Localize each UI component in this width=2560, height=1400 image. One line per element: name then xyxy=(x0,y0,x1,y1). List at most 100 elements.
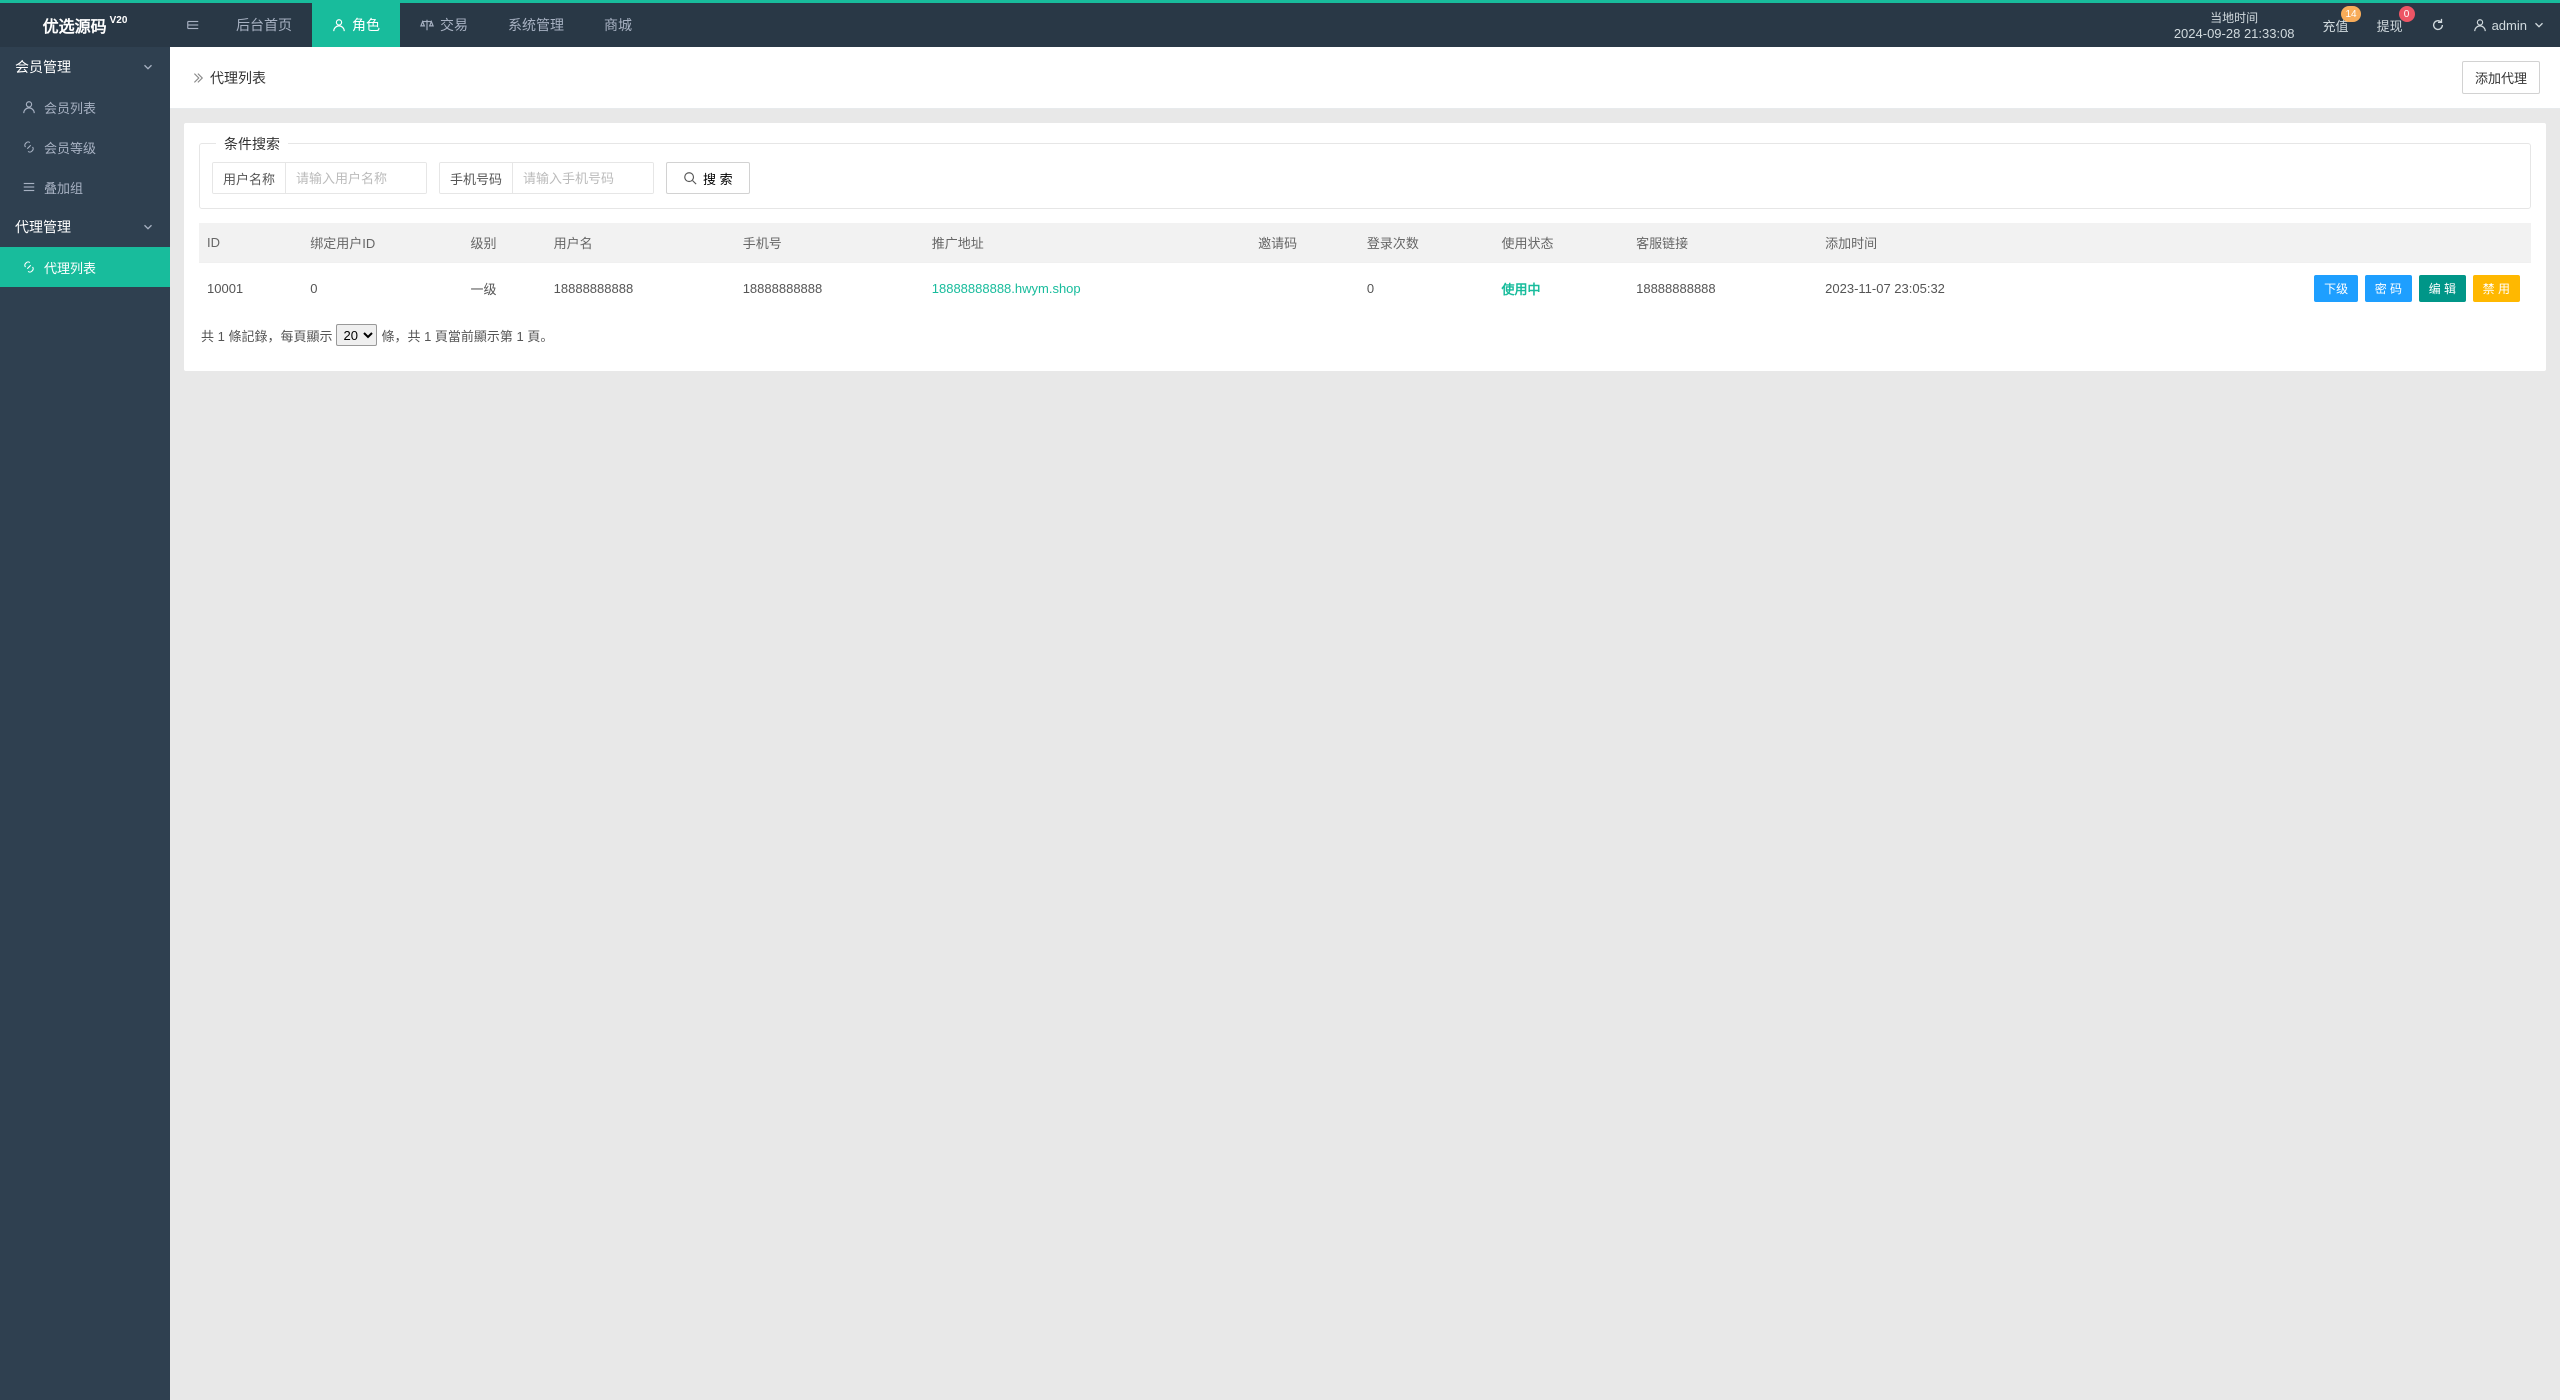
page-title: 代理列表 xyxy=(210,68,266,88)
local-time-label: 当地时间 xyxy=(2210,9,2258,26)
cell-actions: 下级 密 码 编 辑 禁 用 xyxy=(2086,263,2531,315)
promo-link[interactable]: 18888888888.hwym.shop xyxy=(932,281,1081,296)
col-logins: 登录次数 xyxy=(1359,223,1494,263)
withdraw-link[interactable]: 提现 0 xyxy=(2363,3,2417,47)
username-label: 用户名称 xyxy=(213,163,286,193)
link-icon xyxy=(22,140,36,154)
col-ctime: 添加时间 xyxy=(1817,223,2086,263)
sidebar-item-member-level[interactable]: 会员等级 xyxy=(0,127,170,167)
col-bind-uid: 绑定用户ID xyxy=(302,223,462,263)
brand-version: V20 xyxy=(110,15,128,26)
col-level: 级别 xyxy=(463,223,546,263)
pager-pre: 共 1 條記錄，每頁顯示 xyxy=(201,326,332,345)
sidebar-group-agent[interactable]: 代理管理 xyxy=(0,207,170,247)
nav-trade[interactable]: 交易 xyxy=(400,3,488,47)
search-button-label: 搜 索 xyxy=(703,169,733,188)
list-icon xyxy=(22,180,36,194)
logo: 优选源码 V20 xyxy=(0,3,170,47)
col-actions xyxy=(2086,223,2531,263)
agent-table: ID 绑定用户ID 级别 用户名 手机号 推广地址 邀请码 登录次数 使用状态 … xyxy=(199,223,2531,314)
local-time: 当地时间 2024-09-28 21:33:08 xyxy=(2160,3,2309,47)
scale-icon xyxy=(420,18,434,32)
nav-home-label: 后台首页 xyxy=(236,15,292,35)
col-id: ID xyxy=(199,223,302,263)
recharge-link[interactable]: 充值 14 xyxy=(2309,3,2363,47)
search-legend: 条件搜索 xyxy=(216,134,288,154)
hamburger-icon xyxy=(186,18,200,32)
search-fieldset: 条件搜索 用户名称 手机号码 搜 索 xyxy=(199,143,2531,209)
brand-name: 优选源码 xyxy=(43,13,107,37)
search-button[interactable]: 搜 索 xyxy=(666,162,750,194)
status-badge: 使用中 xyxy=(1502,282,1541,297)
cell-promo: 18888888888.hwym.shop xyxy=(924,263,1250,315)
cell-ctime: 2023-11-07 23:05:32 xyxy=(1817,263,2086,315)
top-nav: 后台首页 角色 交易 系统管理 商城 xyxy=(216,3,652,47)
col-status: 使用状态 xyxy=(1494,223,1629,263)
row-btn-ban[interactable]: 禁 用 xyxy=(2473,275,2520,302)
sidebar-group-member[interactable]: 会员管理 xyxy=(0,47,170,87)
refresh-icon xyxy=(2431,18,2445,32)
sidebar-item-label: 会员列表 xyxy=(44,98,96,117)
sidebar-item-label: 会员等级 xyxy=(44,138,96,157)
nav-mall[interactable]: 商城 xyxy=(584,3,652,47)
local-time-value: 2024-09-28 21:33:08 xyxy=(2174,26,2295,41)
sidebar-item-member-list[interactable]: 会员列表 xyxy=(0,87,170,127)
col-kf: 客服链接 xyxy=(1628,223,1817,263)
row-btn-pwd[interactable]: 密 码 xyxy=(2365,275,2412,302)
header: 优选源码 V20 后台首页 角色 交易 系统管理 商城 xyxy=(0,3,2560,47)
col-promo: 推广地址 xyxy=(924,223,1250,263)
user-menu[interactable]: admin xyxy=(2459,3,2560,47)
nav-trade-label: 交易 xyxy=(440,15,468,35)
phone-input[interactable] xyxy=(513,163,653,193)
refresh-button[interactable] xyxy=(2417,3,2459,47)
cell-kf: 18888888888 xyxy=(1628,263,1817,315)
phone-label: 手机号码 xyxy=(440,163,513,193)
recharge-badge: 14 xyxy=(2341,6,2360,22)
cell-logins: 0 xyxy=(1359,263,1494,315)
nav-mall-label: 商城 xyxy=(604,15,632,35)
sidebar-item-stack[interactable]: 叠加组 xyxy=(0,167,170,207)
search-icon xyxy=(683,171,697,185)
pager-post: 條，共 1 頁當前顯示第 1 頁。 xyxy=(381,326,553,345)
chevron-down-icon xyxy=(141,220,155,234)
cell-username: 18888888888 xyxy=(546,263,735,315)
user-icon xyxy=(332,18,346,32)
sidebar-item-agent-list[interactable]: 代理列表 xyxy=(0,247,170,287)
link-icon xyxy=(22,260,36,274)
table-row: 10001 0 一级 18888888888 18888888888 18888… xyxy=(199,263,2531,315)
search-row: 用户名称 手机号码 搜 索 xyxy=(212,162,2518,194)
username-input-group: 用户名称 xyxy=(212,162,427,194)
col-invite: 邀请码 xyxy=(1250,223,1359,263)
nav-home[interactable]: 后台首页 xyxy=(216,3,312,47)
user-icon xyxy=(2473,18,2487,32)
col-phone: 手机号 xyxy=(735,223,924,263)
chevron-down-icon xyxy=(2532,18,2546,32)
nav-role-label: 角色 xyxy=(352,15,380,35)
cell-status: 使用中 xyxy=(1494,263,1629,315)
sidebar-group-agent-label: 代理管理 xyxy=(15,217,71,237)
sidebar-item-label: 代理列表 xyxy=(44,258,96,277)
breadcrumb: 代理列表 xyxy=(190,68,266,88)
main-content: 代理列表 添加代理 条件搜索 用户名称 手机号码 xyxy=(170,47,2560,1400)
row-btn-sub[interactable]: 下级 xyxy=(2314,275,2358,302)
cell-invite xyxy=(1250,263,1359,315)
cell-level: 一级 xyxy=(463,263,546,315)
add-agent-button[interactable]: 添加代理 xyxy=(2462,61,2540,94)
user-icon xyxy=(22,100,36,114)
cell-id: 10001 xyxy=(199,263,302,315)
sidebar-item-label: 叠加组 xyxy=(44,178,83,197)
table-header-row: ID 绑定用户ID 级别 用户名 手机号 推广地址 邀请码 登录次数 使用状态 … xyxy=(199,223,2531,263)
user-name: admin xyxy=(2492,18,2527,33)
main-container: 会员管理 会员列表 会员等级 叠加组 代理管理 xyxy=(0,47,2560,1400)
row-btn-edit[interactable]: 编 辑 xyxy=(2419,275,2466,302)
chevron-right-icon xyxy=(190,71,204,85)
sidebar-toggle[interactable] xyxy=(170,3,216,47)
nav-sysmgr[interactable]: 系统管理 xyxy=(488,3,584,47)
header-right: 当地时间 2024-09-28 21:33:08 充值 14 提现 0 admi… xyxy=(2160,3,2560,47)
sidebar: 会员管理 会员列表 会员等级 叠加组 代理管理 xyxy=(0,47,170,1400)
username-input[interactable] xyxy=(286,163,426,193)
cell-bind-uid: 0 xyxy=(302,263,462,315)
pager-select[interactable]: 20 xyxy=(336,324,377,346)
nav-role[interactable]: 角色 xyxy=(312,3,400,47)
phone-input-group: 手机号码 xyxy=(439,162,654,194)
